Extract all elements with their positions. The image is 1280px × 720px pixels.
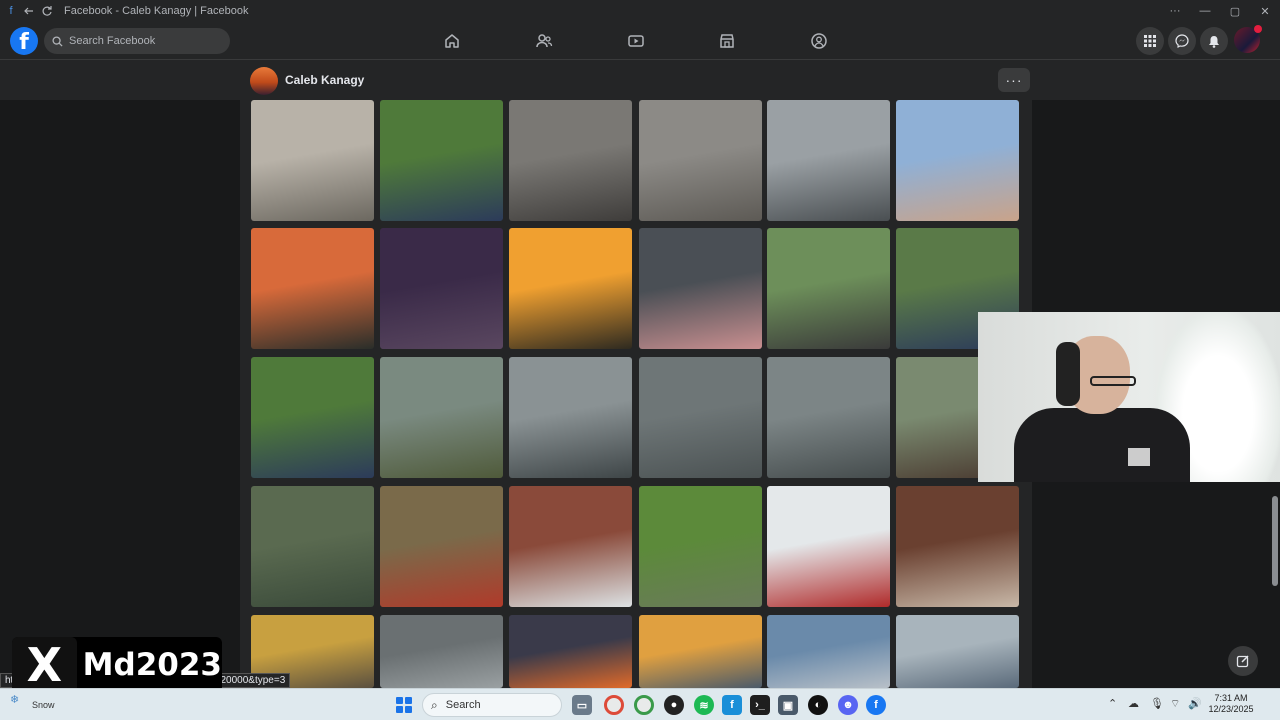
photo-tile[interactable] (767, 100, 890, 221)
terminal-icon[interactable]: ›_ (750, 695, 770, 715)
photo-tile[interactable] (380, 615, 503, 688)
photo-tile[interactable] (639, 100, 762, 221)
weather-text: Snow (32, 700, 55, 710)
webcam-overlay (978, 312, 1280, 482)
clock-date: 12/23/2025 (1208, 704, 1254, 714)
headset-icon (1056, 342, 1080, 406)
back-icon[interactable] (22, 4, 36, 18)
photo-tile[interactable] (639, 228, 762, 349)
wifi-icon[interactable]: ⌔ (1170, 697, 1180, 711)
glasses-icon (1090, 376, 1136, 386)
volume-icon[interactable]: 🔊 (1188, 697, 1202, 710)
search-icon (52, 35, 63, 47)
close-icon[interactable]: ✕ (1250, 0, 1280, 22)
new-message-button[interactable] (1228, 646, 1258, 676)
chrome-profile-icon[interactable] (634, 695, 654, 715)
webcam-person-body (1014, 408, 1190, 482)
menu-grid-icon[interactable] (1136, 27, 1164, 55)
discord-icon[interactable]: ☻ (838, 695, 858, 715)
photo-tile[interactable] (896, 486, 1019, 607)
facebook-tab-icon: f (9, 5, 13, 17)
reload-icon[interactable] (40, 4, 54, 18)
photo-tile[interactable] (509, 100, 632, 221)
windows-taskbar: ❄ Snow ⌕ Search ▭ ● ≋ f ›_ ▣ ◐ ☻ f ⌃ ☁ 🎙… (0, 688, 1280, 720)
more-options-button[interactable]: ··· (998, 68, 1030, 92)
home-icon[interactable] (443, 32, 461, 50)
groups-icon[interactable] (810, 32, 828, 50)
x-logo: X (12, 637, 77, 693)
app-icon[interactable]: ● (664, 695, 684, 715)
clock-time: 7:31 AM (1214, 693, 1248, 703)
photo-tile[interactable] (509, 615, 632, 688)
photo-tile[interactable] (767, 357, 890, 478)
photo-tile[interactable] (251, 100, 374, 221)
photo-tile[interactable] (639, 486, 762, 607)
files-icon[interactable]: f (722, 695, 742, 715)
browser-titlebar: f Facebook - Caleb Kanagy | Facebook ···… (0, 0, 1280, 22)
scroll-thumb[interactable] (1272, 496, 1278, 586)
chrome-icon[interactable] (604, 695, 624, 715)
shirt-logo (1128, 448, 1150, 466)
photo-tile[interactable] (380, 100, 503, 221)
profile-header: Caleb Kanagy ··· (0, 60, 1280, 100)
notifications-icon[interactable] (1200, 27, 1228, 55)
capture-icon[interactable]: ▣ (778, 695, 798, 715)
photo-tile[interactable] (896, 100, 1019, 221)
maximize-icon[interactable]: ▢ (1220, 0, 1250, 22)
facebook-logo-icon[interactable]: f (10, 27, 38, 55)
tray-expand-icon[interactable]: ⌃ (1108, 697, 1117, 710)
minimize-icon[interactable]: — (1190, 0, 1220, 22)
photo-tile[interactable] (767, 228, 890, 349)
account-avatar[interactable] (1234, 25, 1262, 53)
watermark: X Md2023 (12, 637, 222, 693)
profile-name[interactable]: Caleb Kanagy (285, 73, 364, 87)
photo-tile[interactable] (251, 228, 374, 349)
photo-tile[interactable] (380, 486, 503, 607)
obs-icon[interactable]: ◐ (808, 695, 828, 715)
photo-tile[interactable] (639, 357, 762, 478)
more-icon[interactable]: ··· (1160, 0, 1190, 22)
taskbar-search[interactable]: ⌕ Search (422, 693, 562, 717)
window-title: Facebook - Caleb Kanagy | Facebook (64, 5, 249, 17)
photo-tile[interactable] (767, 486, 890, 607)
photo-tile[interactable] (509, 357, 632, 478)
start-button[interactable] (396, 697, 412, 713)
taskbar-search-label: Search (445, 699, 481, 711)
photo-tile[interactable] (767, 615, 890, 688)
photo-tile[interactable] (251, 486, 374, 607)
system-clock[interactable]: 7:31 AM 12/23/2025 (1204, 693, 1258, 715)
photo-tile[interactable] (380, 228, 503, 349)
watermark-handle: Md2023 (82, 647, 222, 683)
search-placeholder: Search Facebook (69, 35, 156, 47)
microphone-icon[interactable]: 🎙 (1150, 697, 1164, 710)
onedrive-icon[interactable]: ☁ (1128, 697, 1139, 710)
search-icon: ⌕ (431, 697, 438, 712)
search-input[interactable]: Search Facebook (44, 28, 230, 54)
facebook-app-icon[interactable]: f (866, 695, 886, 715)
facebook-topnav: f Search Facebook (0, 22, 1280, 60)
spotify-icon[interactable]: ≋ (694, 695, 714, 715)
messenger-icon[interactable] (1168, 27, 1196, 55)
photo-tile[interactable] (639, 615, 762, 688)
photo-tile[interactable] (896, 615, 1019, 688)
marketplace-icon[interactable] (718, 32, 736, 50)
video-icon[interactable] (627, 32, 645, 50)
photo-tile[interactable] (251, 357, 374, 478)
compose-icon (1236, 655, 1249, 668)
weather-widget[interactable]: ❄ Snow (10, 693, 55, 710)
photo-tile[interactable] (509, 228, 632, 349)
page-scrollbar[interactable] (1270, 100, 1280, 688)
notification-dot (1254, 25, 1262, 33)
photo-tile[interactable] (380, 357, 503, 478)
photo-tile[interactable] (509, 486, 632, 607)
friends-icon[interactable] (535, 32, 553, 50)
task-view-icon[interactable]: ▭ (572, 695, 592, 715)
profile-avatar[interactable] (250, 67, 278, 95)
